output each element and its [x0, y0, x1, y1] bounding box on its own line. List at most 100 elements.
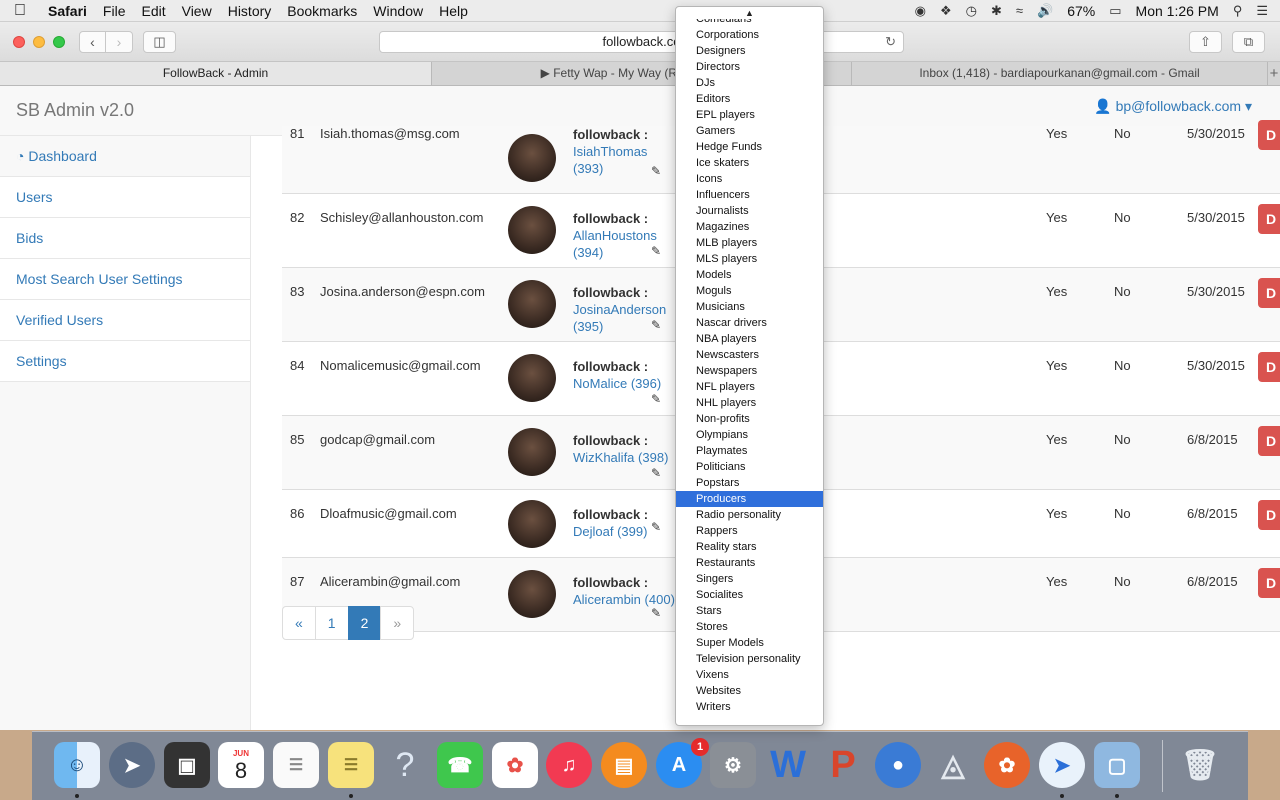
fullscreen-window-button[interactable] [53, 36, 65, 48]
dropdown-option[interactable]: Influencers [676, 187, 823, 203]
pagination-page-1[interactable]: 1 [314, 606, 349, 640]
handle-count[interactable]: (399) [617, 524, 647, 539]
edit-icon[interactable]: ✎ [651, 164, 661, 178]
back-icon[interactable]: ‹ [79, 31, 106, 53]
dropdown-option[interactable]: NFL players [676, 379, 823, 395]
menu-view[interactable]: View [174, 3, 220, 19]
dropdown-option[interactable]: Ice skaters [676, 155, 823, 171]
delete-button[interactable]: D [1258, 426, 1280, 456]
dropdown-option[interactable]: Newscasters [676, 347, 823, 363]
menu-help[interactable]: Help [431, 3, 476, 19]
dropdown-option[interactable]: NBA players [676, 331, 823, 347]
delete-button[interactable]: D [1258, 352, 1280, 382]
battery-percent[interactable]: 67% [1067, 3, 1095, 19]
powerpoint-icon[interactable]: P [820, 742, 866, 788]
dropdown-option[interactable]: Popstars [676, 475, 823, 491]
finder-icon[interactable]: ☺ [54, 742, 100, 788]
menu-app-safari[interactable]: Safari [40, 3, 95, 19]
dropdown-option[interactable]: Nascar drivers [676, 315, 823, 331]
dropdown-option[interactable]: Super Models [676, 635, 823, 651]
handle-count[interactable]: (395) [573, 319, 603, 334]
menu-edit[interactable]: Edit [133, 3, 173, 19]
menu-bookmarks[interactable]: Bookmarks [279, 3, 365, 19]
dropdown-option[interactable]: Musicians [676, 299, 823, 315]
handle-link[interactable]: Dejloaf [573, 524, 613, 539]
reminders-icon[interactable]: ☰ [273, 742, 319, 788]
dropdown-option[interactable]: Television personality [676, 651, 823, 667]
dropdown-option[interactable]: Writers [676, 699, 823, 715]
safari-icon[interactable]: ➤ [1039, 742, 1085, 788]
system-preferences-icon[interactable]: ⚙ [710, 742, 756, 788]
delete-button[interactable]: D [1258, 500, 1280, 530]
dropdown-option[interactable]: Radio personality [676, 507, 823, 523]
menu-file[interactable]: File [95, 3, 134, 19]
dropdown-option[interactable]: Producers [676, 491, 823, 507]
satellite-icon[interactable]: ◬ [930, 742, 976, 788]
handle-count[interactable]: (394) [573, 245, 603, 260]
edit-icon[interactable]: ✎ [651, 606, 661, 620]
pagination-page-2[interactable]: 2 [347, 606, 382, 640]
sidebar-item-dashboard[interactable]: ◔ Dashboard [0, 136, 250, 177]
pagination-next[interactable]: » [380, 606, 415, 640]
sidebar-item-most-search-user-settings[interactable]: Most Search User Settings [0, 259, 250, 300]
dropdown-option[interactable]: Designers [676, 43, 823, 59]
menu-window[interactable]: Window [365, 3, 431, 19]
share-icon[interactable]: ⇧ [1189, 31, 1222, 53]
wifi-icon[interactable]: ≈ [1016, 3, 1023, 18]
dropdown-option[interactable]: Editors [676, 91, 823, 107]
dropdown-option[interactable]: Hedge Funds [676, 139, 823, 155]
sidebar-item-bids[interactable]: Bids [0, 218, 250, 259]
handle-link[interactable]: WizKhalifa [573, 450, 634, 465]
address-bar[interactable]: followback.co ↻ [379, 31, 904, 53]
ibooks-icon[interactable]: ▤ [601, 742, 647, 788]
handle-count[interactable]: (398) [638, 450, 668, 465]
user-menu[interactable]: 👤 bp@followback.com ▾ [1094, 98, 1252, 115]
dropdown-option[interactable]: Restaurants [676, 555, 823, 571]
delete-button[interactable]: D [1258, 278, 1280, 308]
dropdown-option[interactable]: Models [676, 267, 823, 283]
sidebar-item-verified-users[interactable]: Verified Users [0, 300, 250, 341]
handle-link[interactable]: NoMalice [573, 376, 627, 391]
show-sidebar-icon[interactable]: ◫ [143, 31, 176, 53]
tab-gmail[interactable]: Inbox (1,418) - bardiapourkanan@gmail.co… [852, 62, 1268, 85]
new-tab-icon[interactable]: + [1268, 62, 1280, 85]
handle-link[interactable]: Alicerambin [573, 592, 641, 607]
photos-icon[interactable]: ✿ [492, 742, 538, 788]
handle-link[interactable]: AllanHoustons [573, 228, 657, 243]
reload-icon[interactable]: ↻ [885, 32, 896, 52]
dropdown-option[interactable]: Stores [676, 619, 823, 635]
delete-button[interactable]: D [1258, 120, 1280, 150]
dropdown-option[interactable]: Moguls [676, 283, 823, 299]
tab-followback-admin[interactable]: FollowBack - Admin [0, 62, 432, 85]
handle-count[interactable]: (400) [645, 592, 675, 607]
edit-icon[interactable]: ✎ [651, 392, 661, 406]
bluetooth-icon[interactable]: ✱ [991, 3, 1002, 19]
edit-icon[interactable]: ✎ [651, 244, 661, 258]
handle-link[interactable]: IsiahThomas [573, 144, 647, 159]
dropdown-option[interactable]: MLS players [676, 251, 823, 267]
dropbox-icon[interactable]: ❖ [940, 3, 952, 19]
dropdown-option[interactable]: Websites [676, 683, 823, 699]
dropdown-option[interactable]: Comedians [676, 19, 823, 27]
delete-button[interactable]: D [1258, 568, 1280, 598]
dropdown-option[interactable]: Journalists [676, 203, 823, 219]
preview-icon[interactable]: ▢ [1094, 742, 1140, 788]
dropdown-option[interactable]: Corporations [676, 27, 823, 43]
scroll-up-arrow-icon[interactable]: ▲ [676, 7, 823, 19]
dropdown-option[interactable]: EPL players [676, 107, 823, 123]
network-icon[interactable]: ● [875, 742, 921, 788]
dropdown-option[interactable]: Rappers [676, 523, 823, 539]
battery-icon[interactable]: ▭ [1109, 3, 1121, 19]
itunes-icon[interactable]: ♫ [546, 742, 592, 788]
word-icon[interactable]: W [765, 742, 811, 788]
apple-icon[interactable]:  [0, 2, 40, 20]
dropdown-option[interactable]: Olympians [676, 427, 823, 443]
spotlight-search-icon[interactable]: ⚲ [1233, 3, 1243, 19]
volume-icon[interactable]: 🔊 [1037, 3, 1053, 19]
forward-icon[interactable]: › [106, 31, 133, 53]
handle-count[interactable]: (396) [631, 376, 661, 391]
dropdown-option[interactable]: Vixens [676, 667, 823, 683]
photo-booth-icon[interactable]: ▣ [164, 742, 210, 788]
help-icon[interactable]: ? [382, 742, 428, 788]
dropdown-option[interactable]: Icons [676, 171, 823, 187]
